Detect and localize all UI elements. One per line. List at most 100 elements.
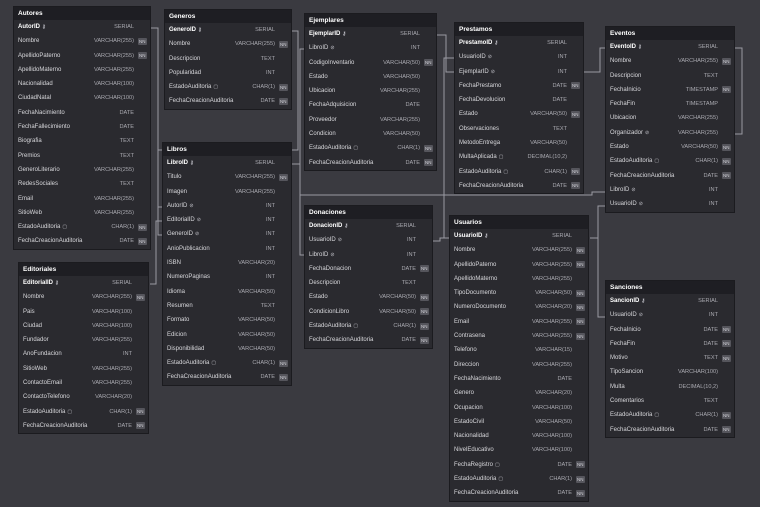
column-row[interactable]: LibroID ⊘ INT bbox=[606, 183, 734, 197]
column-row[interactable]: EstadoAuditoria ▢ CHAR(1) NN bbox=[14, 220, 150, 234]
column-row[interactable]: FechaCreacionAuditoria DATE NN bbox=[305, 156, 436, 170]
table-title[interactable]: Libros bbox=[163, 143, 291, 156]
column-row[interactable]: AnioPublicacion INT bbox=[163, 242, 291, 256]
column-row[interactable]: FechaPrestamo DATE NN bbox=[455, 79, 583, 93]
column-row[interactable]: FechaNacimiento DATE bbox=[450, 372, 588, 386]
column-row[interactable]: Organizador ⊘ VARCHAR(255) bbox=[606, 126, 734, 140]
column-row[interactable]: FechaCreacionAuditoria DATE NN bbox=[19, 419, 148, 433]
column-row[interactable]: Popularidad INT bbox=[165, 66, 291, 80]
column-row[interactable]: PrestamoID ⚷ SERIAL bbox=[455, 36, 583, 50]
table-autores[interactable]: Autores AutorID ⚷ SERIAL Nombre VARCHAR(255) N… bbox=[14, 7, 150, 249]
table-title[interactable]: Editoriales bbox=[19, 263, 148, 276]
column-row[interactable]: TipoSancion VARCHAR(100) bbox=[606, 365, 734, 379]
column-row[interactable]: Pais VARCHAR(100) bbox=[19, 305, 148, 319]
column-row[interactable]: EstadoAuditoria ▢ CHAR(1) NN bbox=[455, 165, 583, 179]
column-row[interactable]: ApellidoMaterno VARCHAR(255) bbox=[450, 272, 588, 286]
column-row[interactable]: FechaCreacionAuditoria DATE NN bbox=[305, 333, 432, 347]
table-title[interactable]: Sanciones bbox=[606, 281, 734, 294]
column-row[interactable]: CodigoInventario VARCHAR(50) NN bbox=[305, 56, 436, 70]
column-row[interactable]: ContactoEmail VARCHAR(255) bbox=[19, 376, 148, 390]
column-row[interactable]: UsuarioID ⚷ SERIAL bbox=[450, 229, 588, 243]
column-row[interactable]: ApellidoPaterno VARCHAR(255) NN bbox=[14, 49, 150, 63]
column-row[interactable]: RedesSociales TEXT bbox=[14, 177, 150, 191]
column-row[interactable]: EditorialID ⊘ INT bbox=[163, 213, 291, 227]
column-row[interactable]: Multa DECIMAL(10,2) bbox=[606, 380, 734, 394]
column-row[interactable]: Observaciones TEXT bbox=[455, 122, 583, 136]
column-row[interactable]: FechaCreacionAuditoria DATE NN bbox=[606, 423, 734, 437]
column-row[interactable]: EstadoAuditoria ▢ CHAR(1) NN bbox=[606, 408, 734, 422]
column-row[interactable]: AutorID ⊘ INT bbox=[163, 199, 291, 213]
column-row[interactable]: Descripcion TEXT bbox=[606, 69, 734, 83]
column-row[interactable]: Estado VARCHAR(50) NN bbox=[305, 290, 432, 304]
table-eventos[interactable]: Eventos EventoID ⚷ SERIAL Nombre VARCHAR(255)… bbox=[606, 27, 734, 212]
column-row[interactable]: FechaAdquisicion DATE bbox=[305, 98, 436, 112]
column-row[interactable]: Ciudad VARCHAR(100) bbox=[19, 319, 148, 333]
column-row[interactable]: Email VARCHAR(255) NN bbox=[450, 315, 588, 329]
column-row[interactable]: FechaFin DATE NN bbox=[606, 337, 734, 351]
column-row[interactable]: FechaDonacion DATE NN bbox=[305, 262, 432, 276]
column-row[interactable]: NumeroPaginas INT bbox=[163, 270, 291, 284]
column-row[interactable]: EstadoCivil VARCHAR(50) bbox=[450, 415, 588, 429]
column-row[interactable]: MetodoEntrega VARCHAR(50) bbox=[455, 136, 583, 150]
column-row[interactable]: EditorialID ⚷ SERIAL bbox=[19, 276, 148, 290]
column-row[interactable]: SitioWeb VARCHAR(255) bbox=[14, 206, 150, 220]
column-row[interactable]: Premios TEXT bbox=[14, 149, 150, 163]
column-row[interactable]: Nombre VARCHAR(255) NN bbox=[19, 290, 148, 304]
column-row[interactable]: FechaFin TIMESTAMP bbox=[606, 97, 734, 111]
column-row[interactable]: EstadoAuditoria ▢ CHAR(1) NN bbox=[450, 472, 588, 486]
column-row[interactable]: Disponibilidad VARCHAR(50) bbox=[163, 342, 291, 356]
table-title[interactable]: Prestamos bbox=[455, 23, 583, 36]
column-row[interactable]: GeneroID ⚷ SERIAL bbox=[165, 23, 291, 37]
column-row[interactable]: SitioWeb VARCHAR(255) bbox=[19, 362, 148, 376]
column-row[interactable]: Ubicacion VARCHAR(255) bbox=[606, 111, 734, 125]
column-row[interactable]: Nombre VARCHAR(255) NN bbox=[450, 243, 588, 257]
column-row[interactable]: LibroID ⊘ INT bbox=[305, 248, 432, 262]
column-row[interactable]: FechaCreacionAuditoria DATE NN bbox=[165, 94, 291, 108]
column-row[interactable]: ContactoTelefono VARCHAR(20) bbox=[19, 390, 148, 404]
column-row[interactable]: Nombre VARCHAR(255) NN bbox=[606, 54, 734, 68]
table-title[interactable]: Donaciones bbox=[305, 206, 432, 219]
column-row[interactable]: AnoFundacion INT bbox=[19, 347, 148, 361]
column-row[interactable]: Comentarios TEXT bbox=[606, 394, 734, 408]
column-row[interactable]: Nacionalidad VARCHAR(100) bbox=[14, 77, 150, 91]
column-row[interactable]: FechaCreacionAuditoria DATE NN bbox=[14, 234, 150, 248]
column-row[interactable]: ISBN VARCHAR(20) bbox=[163, 256, 291, 270]
column-row[interactable]: Edicion VARCHAR(50) bbox=[163, 328, 291, 342]
column-row[interactable]: FechaCreacionAuditoria DATE NN bbox=[455, 179, 583, 193]
column-row[interactable]: Idioma VARCHAR(50) bbox=[163, 285, 291, 299]
table-title[interactable]: Eventos bbox=[606, 27, 734, 40]
column-row[interactable]: Motivo TEXT NN bbox=[606, 351, 734, 365]
column-row[interactable]: TipoDocumento VARCHAR(50) NN bbox=[450, 286, 588, 300]
column-row[interactable]: UsuarioID ⊘ INT bbox=[455, 50, 583, 64]
column-row[interactable]: EstadoAuditoria ▢ CHAR(1) NN bbox=[19, 405, 148, 419]
column-row[interactable]: EstadoAuditoria ▢ CHAR(1) NN bbox=[305, 319, 432, 333]
column-row[interactable]: UsuarioID ⊘ INT bbox=[305, 233, 432, 247]
column-row[interactable]: DonacionID ⚷ SERIAL bbox=[305, 219, 432, 233]
column-row[interactable]: Email VARCHAR(255) bbox=[14, 192, 150, 206]
column-row[interactable]: EstadoAuditoria ▢ CHAR(1) NN bbox=[606, 154, 734, 168]
column-row[interactable]: CiudadNatal VARCHAR(100) bbox=[14, 91, 150, 105]
column-row[interactable]: EstadoAuditoria ▢ CHAR(1) NN bbox=[305, 141, 436, 155]
column-row[interactable]: Descripcion TEXT bbox=[165, 52, 291, 66]
table-sanciones[interactable]: Sanciones SancionID ⚷ SERIAL UsuarioID ⊘ INT Fe… bbox=[606, 281, 734, 437]
column-row[interactable]: Imagen VARCHAR(255) bbox=[163, 185, 291, 199]
column-row[interactable]: GeneroID ⊘ INT bbox=[163, 227, 291, 241]
column-row[interactable]: EventoID ⚷ SERIAL bbox=[606, 40, 734, 54]
column-row[interactable]: Nombre VARCHAR(255) NN bbox=[165, 37, 291, 51]
column-row[interactable]: CondicionLibro VARCHAR(50) NN bbox=[305, 305, 432, 319]
column-row[interactable]: Telefono VARCHAR(15) bbox=[450, 343, 588, 357]
column-row[interactable]: EjemplarID ⊘ INT bbox=[455, 65, 583, 79]
column-row[interactable]: FechaFallecimiento DATE bbox=[14, 120, 150, 134]
column-row[interactable]: Estado VARCHAR(50) bbox=[305, 70, 436, 84]
column-row[interactable]: ApellidoMaterno VARCHAR(255) bbox=[14, 63, 150, 77]
table-libros[interactable]: Libros LibroID ⚷ SERIAL Titulo VARCHAR(255) NN… bbox=[163, 143, 291, 385]
column-row[interactable]: ApellidoPaterno VARCHAR(255) NN bbox=[450, 258, 588, 272]
column-row[interactable]: Proveedor VARCHAR(255) bbox=[305, 113, 436, 127]
table-usuarios[interactable]: Usuarios UsuarioID ⚷ SERIAL Nombre VARCHAR(25… bbox=[450, 216, 588, 501]
column-row[interactable]: Descripcion TEXT bbox=[305, 276, 432, 290]
column-row[interactable]: MultaAplicada ▢ DECIMAL(10,2) bbox=[455, 150, 583, 164]
column-row[interactable]: Biografia TEXT bbox=[14, 134, 150, 148]
column-row[interactable]: Estado VARCHAR(50) NN bbox=[455, 107, 583, 121]
column-row[interactable]: Nacionalidad VARCHAR(100) bbox=[450, 429, 588, 443]
column-row[interactable]: Titulo VARCHAR(255) NN bbox=[163, 170, 291, 184]
